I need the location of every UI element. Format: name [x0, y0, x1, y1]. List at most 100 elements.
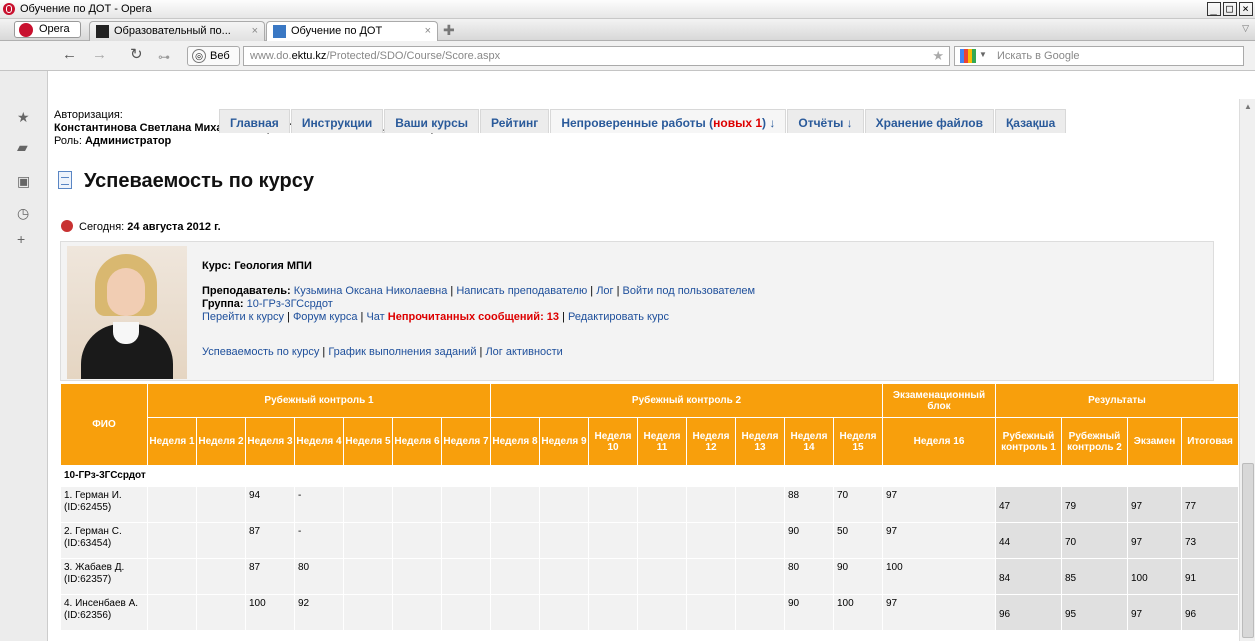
login-as-user-link[interactable]: Войти под пользователем: [623, 285, 756, 297]
bookmark-star-icon[interactable]: ★: [932, 48, 944, 64]
course-name: Геология МПИ: [234, 260, 312, 272]
header-week: Неделя 8: [490, 417, 540, 466]
result-grade: 85: [1061, 558, 1128, 595]
bookmarks-star-icon[interactable]: ★: [17, 109, 30, 125]
close-tab-icon[interactable]: ×: [425, 25, 431, 37]
tab-menu-chevron-icon[interactable]: ▽: [1242, 23, 1249, 34]
menu-label: ) ↓: [762, 116, 776, 130]
student-name[interactable]: 3. Жабаев Д. (ID:62357): [60, 558, 148, 595]
address-bar[interactable]: www.do.ektu.kz/Protected/SDO/Course/Scor…: [243, 46, 950, 66]
edit-course-link[interactable]: Редактировать курс: [568, 311, 669, 323]
week-grade: 97: [882, 486, 996, 523]
week-grade: [196, 558, 246, 595]
close-tab-icon[interactable]: ×: [252, 25, 258, 37]
student-name[interactable]: 1. Герман И. (ID:62455): [60, 486, 148, 523]
week-grade: [392, 522, 442, 559]
page-title: Успеваемость по курсу: [58, 170, 314, 193]
task-schedule-link[interactable]: График выполнения заданий: [328, 346, 476, 358]
go-to-course-link[interactable]: Перейти к курсу: [202, 311, 284, 323]
week-grade: [637, 486, 687, 523]
week-grade: [147, 594, 197, 631]
week-grade: 90: [784, 594, 834, 631]
group-link[interactable]: 10-ГРз-3ГСсрдот: [247, 298, 333, 310]
result-grade: 97: [1127, 486, 1182, 523]
menu-kazakh[interactable]: Қазақша: [994, 109, 1067, 133]
browser-window: Обучение по ДОТ - Opera _ □ × Opera Образо…: [0, 0, 1255, 641]
table-row: 4. Инсенбаев А. (ID:62356) 100 92 90 100 97 96…: [60, 594, 1239, 631]
week-grade: [686, 558, 736, 595]
header-week: Неделя 6: [392, 417, 442, 466]
activity-log-link[interactable]: Лог активности: [485, 346, 562, 358]
document-icon: [58, 171, 72, 189]
today-date: Сегодня: 24 августа 2012 г.: [61, 220, 221, 233]
header-week: Неделя 16: [882, 417, 996, 466]
opera-icon: [19, 23, 33, 37]
week-grade: [735, 594, 785, 631]
opera-sidebar: ★ ▰ ▣ ◷ +: [0, 71, 48, 641]
course-progress-link[interactable]: Успеваемость по курсу: [202, 346, 319, 358]
week-grade: 50: [833, 522, 883, 559]
notes-icon[interactable]: ▰: [17, 139, 28, 155]
menu-rating[interactable]: Рейтинг: [480, 109, 550, 133]
header-week: Неделя 11: [637, 417, 687, 466]
week-grade: [343, 558, 393, 595]
week-grade: -: [294, 486, 344, 523]
week-grade: [147, 522, 197, 559]
log-link[interactable]: Лог: [596, 285, 613, 297]
course-info-box: Курс: Геология МПИ Преподаватель: Кузьми…: [60, 241, 1214, 381]
tab-education-portal[interactable]: Образовательный по... ×: [89, 21, 265, 41]
student-name[interactable]: 4. Инсенбаев А. (ID:62356): [60, 594, 148, 631]
role-label: Роль:: [54, 135, 82, 147]
unread-messages[interactable]: Непрочитанных сообщений: 13: [388, 311, 559, 323]
header-rk1: Рубежный контроль 1: [147, 383, 491, 418]
add-panel-icon[interactable]: +: [17, 231, 25, 247]
key-icon[interactable]: ⊶: [158, 49, 170, 65]
web-security-badge[interactable]: ◎ Веб: [187, 46, 240, 66]
main-menu: Главная Инструкции Ваши курсы Рейтинг Не…: [219, 109, 1067, 133]
header-result: Итоговая: [1181, 417, 1239, 466]
result-grade: 70: [1061, 522, 1128, 559]
menu-reports[interactable]: Отчёты ↓: [787, 109, 864, 133]
history-clock-icon[interactable]: ◷: [17, 205, 29, 221]
menu-your-courses[interactable]: Ваши курсы: [384, 109, 480, 133]
menu-unchecked-works[interactable]: Непроверенные работы (новых 1) ↓: [550, 109, 787, 133]
teacher-link[interactable]: Кузьмина Оксана Николаевна: [294, 285, 448, 297]
week-grade: [637, 558, 687, 595]
write-teacher-link[interactable]: Написать преподавателю: [456, 285, 587, 297]
reload-icon[interactable]: ↻: [130, 47, 143, 63]
week-grade: [441, 594, 491, 631]
search-engine-dropdown-icon[interactable]: ▼: [979, 50, 987, 59]
header-exam-block: Экзаменационный блок: [882, 383, 996, 418]
back-arrow-icon[interactable]: ←: [62, 47, 77, 63]
search-field[interactable]: ▼ Искать в Google: [954, 46, 1244, 66]
week-grade: [490, 522, 540, 559]
week-grade: [588, 594, 638, 631]
tab-label: Образовательный по...: [114, 25, 231, 37]
scroll-thumb[interactable]: [1242, 463, 1254, 638]
scroll-up-icon[interactable]: ▲: [1244, 102, 1252, 111]
chat-link[interactable]: Чат: [366, 311, 384, 323]
result-grade: 44: [995, 522, 1062, 559]
menu-file-storage[interactable]: Хранение файлов: [864, 109, 994, 133]
maximize-button[interactable]: □: [1223, 2, 1237, 16]
scrollbar[interactable]: ▲: [1239, 99, 1255, 641]
tab-dot-learning[interactable]: Обучение по ДОТ ×: [266, 21, 438, 41]
week-grade: 92: [294, 594, 344, 631]
today-value: 24 августа 2012 г.: [127, 221, 221, 233]
url-path: /Protected/SDO/Course/Score.aspx: [326, 50, 501, 62]
student-name[interactable]: 2. Герман С. (ID:63454): [60, 522, 148, 559]
forward-arrow-icon[interactable]: →: [92, 47, 107, 63]
header-result: Рубежный контроль 1: [995, 417, 1062, 466]
week-grade: [539, 486, 589, 523]
new-tab-icon[interactable]: ✚: [443, 22, 455, 39]
today-label: Сегодня:: [79, 221, 125, 233]
minimize-button[interactable]: _: [1207, 2, 1221, 16]
course-forum-link[interactable]: Форум курса: [293, 311, 358, 323]
opera-menu-button[interactable]: Opera: [14, 21, 81, 38]
downloads-icon[interactable]: ▣: [17, 173, 30, 189]
close-button[interactable]: ×: [1239, 2, 1253, 16]
clock-icon: [61, 220, 73, 232]
menu-instructions[interactable]: Инструкции: [290, 109, 384, 133]
week-grade: [735, 486, 785, 523]
menu-home[interactable]: Главная: [219, 109, 290, 133]
